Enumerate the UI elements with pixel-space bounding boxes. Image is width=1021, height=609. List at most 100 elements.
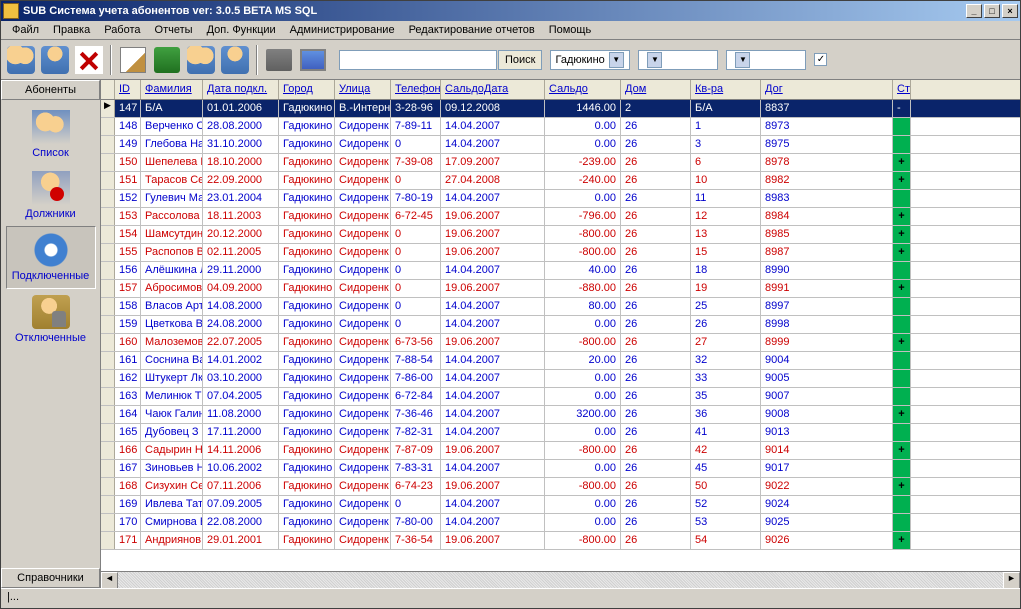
scroll-track[interactable] — [118, 572, 1003, 588]
menu-reportedit[interactable]: Редактирование отчетов — [402, 22, 542, 38]
col-contract[interactable]: Дог — [761, 80, 893, 99]
col-street[interactable]: Улица — [335, 80, 391, 99]
table-row[interactable]: 163Мелинюк Т07.04.2005ГадюкиноСидоренк6-… — [101, 388, 1020, 406]
table-row[interactable]: 152Гулевич Ма23.01.2004ГадюкиноСидоренк7… — [101, 190, 1020, 208]
table-row[interactable]: 166Садырин Ни14.11.2006ГадюкиноСидоренк7… — [101, 442, 1020, 460]
cell-sdate: 14.04.2007 — [441, 118, 545, 135]
cell-dog: 9025 — [761, 514, 893, 531]
col-status[interactable]: Ст — [893, 80, 911, 99]
table-row[interactable]: 170Смирнова В22.08.2000ГадюкиноСидоренк7… — [101, 514, 1020, 532]
sidebar-item-label: Подключенные — [9, 270, 93, 282]
table-row[interactable]: 151Тарасов Се22.09.2000ГадюкиноСидоренк0… — [101, 172, 1020, 190]
cell-city: Гадюкино — [279, 262, 335, 279]
table-row[interactable]: 160Малоземов22.07.2005ГадюкиноСидоренк6-… — [101, 334, 1020, 352]
tb-preview-button[interactable] — [297, 44, 329, 76]
menu-file[interactable]: Файл — [5, 22, 46, 38]
menu-help[interactable]: Помощь — [542, 22, 599, 38]
minimize-button[interactable]: _ — [966, 4, 982, 18]
filter-combo-3[interactable]: ▼ — [726, 50, 806, 70]
row-indicator — [101, 370, 115, 387]
table-row[interactable]: 155Распопов В02.11.2005ГадюкиноСидоренк0… — [101, 244, 1020, 262]
cell-city: Гадюкино — [279, 154, 335, 171]
table-row[interactable]: 153Рассолова18.11.2003ГадюкиноСидоренк6-… — [101, 208, 1020, 226]
menu-extra[interactable]: Доп. Функции — [200, 22, 283, 38]
tb-money-button[interactable] — [151, 44, 183, 76]
sidebar-tab-subscribers[interactable]: Абоненты — [1, 80, 100, 100]
cell-phone: 7-87-09 — [391, 442, 441, 459]
table-row[interactable]: 156Алёшкина Л29.11.2000ГадюкиноСидоренк0… — [101, 262, 1020, 280]
table-row[interactable]: 167Зиновьев Н10.06.2002ГадюкиноСидоренк7… — [101, 460, 1020, 478]
cell-fam: Мелинюк Т — [141, 388, 203, 405]
tb-group2-button[interactable] — [219, 44, 251, 76]
col-apt[interactable]: Кв-ра — [691, 80, 761, 99]
menu-work[interactable]: Работа — [97, 22, 147, 38]
table-row[interactable]: 154Шамсутдин20.12.2000ГадюкиноСидоренк01… — [101, 226, 1020, 244]
sidebar-item-disc[interactable]: Отключенные — [6, 289, 96, 350]
col-phone[interactable]: Телефон — [391, 80, 441, 99]
sidebar-item-conn[interactable]: Подключенные — [6, 226, 96, 289]
city-combo[interactable]: Гадюкино▼ — [550, 50, 630, 70]
menu-edit[interactable]: Правка — [46, 22, 97, 38]
table-row[interactable]: 148Верченко С28.08.2000ГадюкиноСидоренк7… — [101, 118, 1020, 136]
table-row[interactable]: 165Дубовец З17.11.2000ГадюкиноСидоренк7-… — [101, 424, 1020, 442]
table-row[interactable]: 158Власов Арт14.08.2000ГадюкиноСидоренк0… — [101, 298, 1020, 316]
horizontal-scrollbar[interactable]: ◄ ► — [101, 571, 1020, 588]
tb-group1-button[interactable] — [185, 44, 217, 76]
search-button[interactable]: Поиск — [498, 50, 542, 70]
cell-date: 14.11.2006 — [203, 442, 279, 459]
grid-body[interactable]: ▶147Б/А01.01.2006ГадюкиноВ.-Интерн3-28-9… — [101, 100, 1020, 571]
table-row[interactable]: 150Шепелева В18.10.2000ГадюкиноСидоренк7… — [101, 154, 1020, 172]
cell-id: 154 — [115, 226, 141, 243]
col-id[interactable]: ID — [115, 80, 141, 99]
cell-city: Гадюкино — [279, 226, 335, 243]
sidebar-tab-refs[interactable]: Справочники — [1, 568, 100, 588]
table-row[interactable]: 159Цветкова В24.08.2000ГадюкиноСидоренк0… — [101, 316, 1020, 334]
cell-city: Гадюкино — [279, 298, 335, 315]
scroll-left-button[interactable]: ◄ — [101, 572, 118, 588]
col-family[interactable]: Фамилия — [141, 80, 203, 99]
tb-edit-user-button[interactable] — [39, 44, 71, 76]
cell-kv: 33 — [691, 370, 761, 387]
col-conn-date[interactable]: Дата подкл. — [203, 80, 279, 99]
menu-reports[interactable]: Отчеты — [148, 22, 200, 38]
cell-dog: 9004 — [761, 352, 893, 369]
cell-fam: Шепелева В — [141, 154, 203, 171]
row-indicator — [101, 154, 115, 171]
cell-kv: 25 — [691, 298, 761, 315]
scroll-right-button[interactable]: ► — [1003, 572, 1020, 588]
table-row[interactable]: ▶147Б/А01.01.2006ГадюкиноВ.-Интерн3-28-9… — [101, 100, 1020, 118]
tb-print-button[interactable] — [263, 44, 295, 76]
cell-phone: 3-28-96 — [391, 100, 441, 117]
cell-kv: 18 — [691, 262, 761, 279]
table-row[interactable]: 168Сизухин Се07.11.2006ГадюкиноСидоренк6… — [101, 478, 1020, 496]
row-indicator — [101, 442, 115, 459]
sidebar-item-list[interactable]: Список — [6, 104, 96, 165]
col-city[interactable]: Город — [279, 80, 335, 99]
table-row[interactable]: 171Андриянов29.01.2001ГадюкиноСидоренк7-… — [101, 532, 1020, 550]
cell-phone: 7-80-19 — [391, 190, 441, 207]
table-row[interactable]: 169Ивлева Тат07.09.2005ГадюкиноСидоренк0… — [101, 496, 1020, 514]
table-row[interactable]: 149Глебова На31.10.2000ГадюкиноСидоренк0… — [101, 136, 1020, 154]
sidebar-item-debt[interactable]: Должники — [6, 165, 96, 226]
tb-add-user-button[interactable] — [5, 44, 37, 76]
tb-note-button[interactable] — [117, 44, 149, 76]
cell-date: 18.11.2003 — [203, 208, 279, 225]
table-row[interactable]: 161Соснина Ва14.01.2002ГадюкиноСидоренк7… — [101, 352, 1020, 370]
table-row[interactable]: 162Штукерт Лк03.10.2000ГадюкиноСидоренк7… — [101, 370, 1020, 388]
cell-city: Гадюкино — [279, 244, 335, 261]
maximize-button[interactable]: □ — [984, 4, 1000, 18]
cell-phone: 0 — [391, 226, 441, 243]
cell-sdate: 19.06.2007 — [441, 226, 545, 243]
col-house[interactable]: Дом — [621, 80, 691, 99]
table-row[interactable]: 157Абросимов04.09.2000ГадюкиноСидоренк01… — [101, 280, 1020, 298]
search-input[interactable] — [339, 50, 497, 70]
cell-street: Сидоренк — [335, 298, 391, 315]
table-row[interactable]: 164Чаюк Галин11.08.2000ГадюкиноСидоренк7… — [101, 406, 1020, 424]
menu-admin[interactable]: Администрирование — [283, 22, 402, 38]
col-saldo[interactable]: Сальдо — [545, 80, 621, 99]
tb-delete-button[interactable] — [73, 44, 105, 76]
filter-checkbox[interactable]: ✓ — [814, 53, 827, 66]
close-button[interactable]: × — [1002, 4, 1018, 18]
filter-combo-2[interactable]: ▼ — [638, 50, 718, 70]
col-saldo-date[interactable]: СальдоДата — [441, 80, 545, 99]
